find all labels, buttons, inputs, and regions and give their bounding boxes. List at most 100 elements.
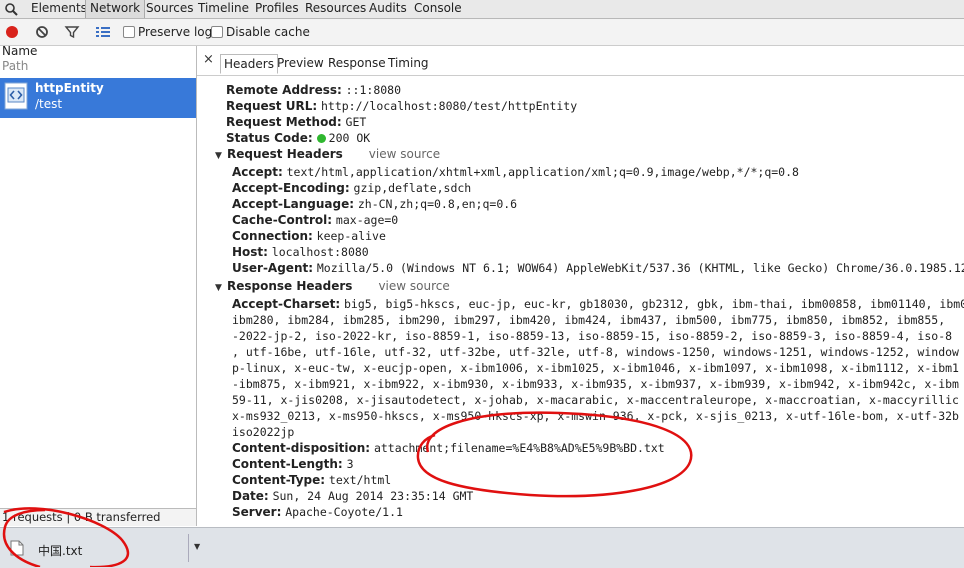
header-label: Accept-Charset: — [232, 297, 341, 311]
header-value: ::1:8080 — [345, 83, 402, 97]
search-icon[interactable] — [4, 2, 20, 16]
header-label: Content-disposition: — [232, 441, 371, 455]
tab-preview[interactable]: Preview — [274, 54, 327, 74]
column-header-path: Path — [2, 59, 29, 73]
header-row: Host: localhost:8080 — [232, 244, 369, 260]
header-row: 59-11, x-jis0208, x-jisautodetect, x-joh… — [232, 392, 959, 408]
header-value: iso2022jp — [232, 425, 295, 439]
close-icon[interactable]: × — [203, 52, 214, 67]
document-icon — [4, 82, 28, 110]
header-value: big5, big5-hkscs, euc-jp, euc-kr, gb1803… — [343, 297, 964, 311]
header-label: Accept-Language: — [232, 197, 355, 211]
header-value: 59-11, x-jis0208, x-jisautodetect, x-joh… — [232, 393, 959, 407]
download-item[interactable]: 中国.txt ▼ — [4, 534, 204, 564]
header-label: Content-Length: — [232, 457, 343, 471]
header-row: Content-Length: 3 — [232, 456, 354, 472]
preserve-log-label: Preserve log — [138, 25, 213, 39]
header-label: Server: — [232, 505, 282, 519]
request-method-row: Request Method: GET — [226, 114, 366, 130]
header-label: Accept-Encoding: — [232, 181, 350, 195]
header-label: Cache-Control: — [232, 213, 333, 227]
response-headers-section[interactable]: ▼ Response Headers view source — [215, 278, 450, 296]
header-value: Sun, 24 Aug 2014 23:35:14 GMT — [272, 489, 474, 503]
preserve-log-checkbox[interactable] — [123, 26, 135, 38]
header-value: ibm280, ibm284, ibm285, ibm290, ibm297, … — [232, 313, 946, 327]
header-row: x-ms932_0213, x-ms950-hkscs, x-ms950-hks… — [232, 408, 959, 424]
header-row: User-Agent: Mozilla/5.0 (Windows NT 6.1;… — [232, 260, 964, 276]
tab-response[interactable]: Response — [325, 54, 389, 74]
devtools-tab-bar: Elements Network Sources Timeline Profil… — [0, 0, 964, 19]
tab-timeline[interactable]: Timeline — [194, 0, 253, 18]
header-row: Accept-Encoding: gzip,deflate,sdch — [232, 180, 471, 196]
record-icon[interactable] — [4, 24, 20, 40]
tab-console[interactable]: Console — [410, 0, 466, 18]
download-filename: 中国.txt — [38, 544, 83, 558]
header-value: keep-alive — [316, 229, 386, 243]
header-value: Mozilla/5.0 (Windows NT 6.1; WOW64) Appl… — [316, 261, 964, 275]
section-title: Response Headers — [227, 279, 353, 293]
header-row: Cache-Control: max-age=0 — [232, 212, 398, 228]
header-value: -2022-jp-2, iso-2022-kr, iso-8859-1, iso… — [232, 329, 953, 343]
header-value: p-linux, x-euc-tw, x-eucjp-open, x-ibm10… — [232, 361, 959, 375]
request-url-row: Request URL: http://localhost:8080/test/… — [226, 98, 577, 114]
header-row: Server: Apache-Coyote/1.1 — [232, 504, 403, 520]
tab-network[interactable]: Network — [85, 0, 146, 18]
header-value: , utf-16be, utf-16le, utf-32, utf-32be, … — [232, 345, 959, 359]
view-source-link[interactable]: view source — [369, 147, 440, 161]
header-label: Status Code: — [226, 131, 313, 145]
tab-audits[interactable]: Audits — [365, 0, 411, 18]
header-row: Connection: keep-alive — [232, 228, 386, 244]
chevron-down-icon[interactable]: ▼ — [194, 542, 200, 551]
header-row: Date: Sun, 24 Aug 2014 23:35:14 GMT — [232, 488, 473, 504]
view-source-link[interactable]: view source — [378, 279, 449, 293]
file-icon — [10, 540, 24, 556]
tab-profiles[interactable]: Profiles — [251, 0, 303, 18]
request-detail-panel: × Headers Preview Response Timing Remote… — [197, 46, 964, 526]
disable-cache-label: Disable cache — [226, 25, 310, 39]
header-row: Accept-Language: zh-CN,zh;q=0.8,en;q=0.6 — [232, 196, 517, 212]
header-label: Accept: — [232, 165, 283, 179]
header-row: -ibm875, x-ibm921, x-ibm922, x-ibm930, x… — [232, 376, 959, 392]
header-value: GET — [345, 115, 367, 129]
request-name: httpEntity — [35, 81, 104, 95]
header-value: 3 — [346, 457, 354, 471]
header-value: 200 OK — [328, 131, 371, 145]
status-code-row: Status Code: 200 OK — [226, 130, 370, 146]
header-label: Date: — [232, 489, 269, 503]
header-row: Content-disposition: attachment;filename… — [232, 440, 665, 456]
disable-cache-checkbox[interactable] — [211, 26, 223, 38]
tab-resources[interactable]: Resources — [301, 0, 370, 18]
header-label: User-Agent: — [232, 261, 314, 275]
download-shelf: 中国.txt ▼ — [0, 527, 964, 568]
header-value: -ibm875, x-ibm921, x-ibm922, x-ibm930, x… — [232, 377, 959, 391]
network-toolbar: Preserve log Disable cache — [0, 19, 964, 46]
tab-timing[interactable]: Timing — [385, 54, 432, 74]
detail-tab-bar: × Headers Preview Response Timing — [197, 46, 964, 76]
triangle-down-icon: ▼ — [215, 151, 222, 161]
header-value: attachment;filename=%E4%B8%AD%E5%9B%BD.t… — [373, 441, 665, 455]
filter-icon[interactable] — [64, 24, 80, 40]
header-label: Remote Address: — [226, 83, 342, 97]
header-row: Accept: text/html,application/xhtml+xml,… — [232, 164, 799, 180]
network-summary: 1 requests | 0 B transferred — [0, 508, 196, 526]
tab-sources[interactable]: Sources — [142, 0, 197, 18]
header-value: text/html — [328, 473, 392, 487]
header-label: Request URL: — [226, 99, 318, 113]
clear-icon[interactable] — [34, 24, 50, 40]
request-list-panel: Name Path httpEntity /test — [0, 44, 197, 526]
tab-elements[interactable]: Elements — [27, 0, 91, 18]
header-value: localhost:8080 — [271, 245, 369, 259]
header-value: text/html,application/xhtml+xml,applicat… — [286, 165, 799, 179]
tab-headers[interactable]: Headers — [220, 54, 278, 74]
header-value: gzip,deflate,sdch — [353, 181, 472, 195]
triangle-down-icon: ▼ — [215, 283, 222, 293]
header-label: Host: — [232, 245, 268, 259]
request-row[interactable]: httpEntity /test — [0, 78, 196, 118]
header-label: Connection: — [232, 229, 313, 243]
header-row: -2022-jp-2, iso-2022-kr, iso-8859-1, iso… — [232, 328, 952, 344]
list-view-icon[interactable] — [95, 24, 111, 40]
header-value: http://localhost:8080/test/httpEntity — [320, 99, 578, 113]
request-headers-section[interactable]: ▼ Request Headers view source — [215, 146, 440, 164]
column-header-name[interactable]: Name — [2, 44, 37, 58]
header-label: Request Method: — [226, 115, 342, 129]
